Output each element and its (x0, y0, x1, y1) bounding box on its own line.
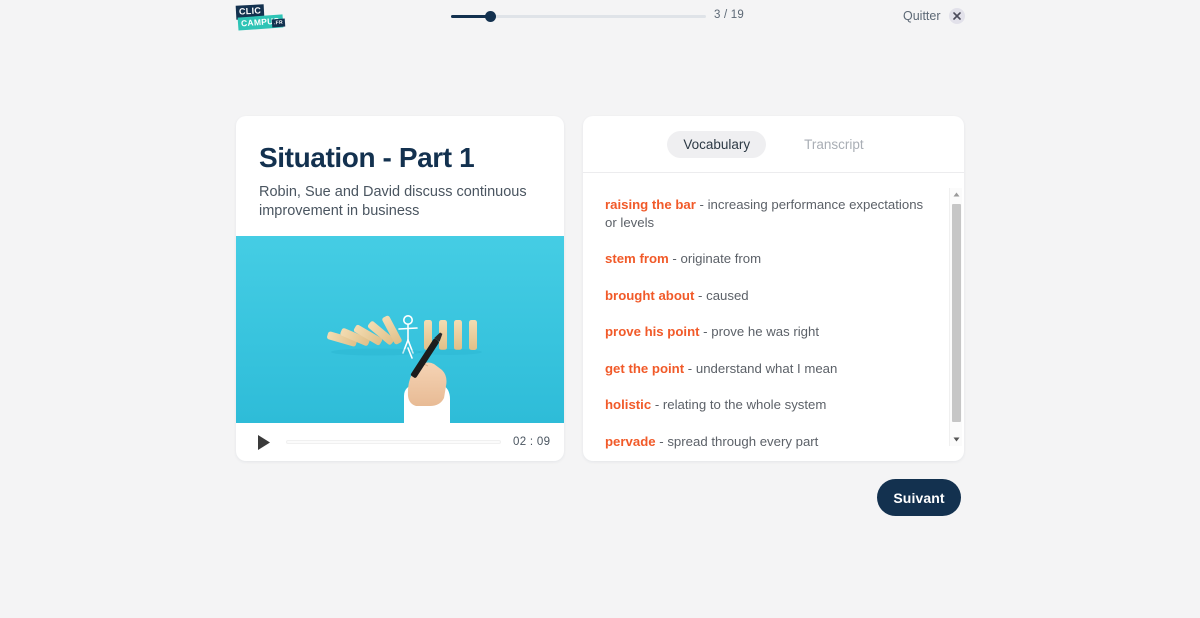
logo-text-domain: .FR (271, 18, 286, 27)
scrollbar-thumb[interactable] (952, 204, 961, 422)
vocabulary-list[interactable]: raising the bar - increasing performance… (583, 174, 964, 461)
list-item: raising the bar - increasing performance… (605, 196, 938, 231)
list-item: get the point - understand what I mean (605, 360, 938, 378)
vocab-definition: spread through every part (667, 433, 819, 449)
vocab-definition: prove he was right (711, 324, 820, 340)
vocab-definition: caused (706, 287, 749, 303)
next-button[interactable]: Suivant (877, 479, 961, 516)
lesson-card: Situation - Part 1 Robin, Sue and David … (236, 116, 564, 461)
vocab-term: holistic (605, 397, 652, 413)
video-progress-bar[interactable] (286, 440, 501, 444)
panel-tabs: Vocabulary Transcript (583, 116, 964, 173)
quit-group[interactable]: Quitter (903, 8, 965, 24)
list-item: prove his point - prove he was right (605, 323, 938, 341)
video-time-label: 02 : 09 (513, 436, 551, 448)
vocab-separator: - (668, 251, 681, 267)
vocab-term: raising the bar (605, 197, 696, 212)
quit-label: Quitter (903, 9, 941, 23)
vocab-term: pervade (605, 433, 656, 449)
list-item: pervade - spread through every part (605, 433, 938, 451)
video-thumbnail (236, 236, 564, 423)
vocabulary-scrollbar[interactable] (949, 188, 962, 446)
vocab-term: stem from (605, 251, 669, 267)
top-bar: CLIC CAMPUS .FR 3 / 19 Quitter (0, 0, 1200, 32)
vocab-separator: - (651, 397, 663, 413)
vocab-separator: - (655, 433, 668, 449)
vocab-separator: - (699, 324, 712, 340)
course-progress-slider[interactable] (451, 9, 706, 23)
vocab-term: brought about (605, 287, 695, 303)
page-title: Situation - Part 1 (259, 142, 475, 173)
content-panel: Vocabulary Transcript raising the bar - … (583, 116, 964, 461)
vocab-separator: - (684, 360, 696, 376)
video-controls: 02 : 09 (236, 423, 564, 461)
vocab-separator: - (695, 197, 708, 212)
close-icon[interactable] (948, 8, 965, 24)
progress-thumb[interactable] (485, 10, 496, 22)
video-player[interactable] (236, 236, 564, 423)
scroll-up-icon[interactable] (950, 188, 963, 201)
play-icon[interactable] (257, 433, 273, 451)
vocab-definition: understand what I mean (695, 360, 838, 376)
tab-transcript[interactable]: Transcript (788, 131, 880, 158)
progress-counter: 3 / 19 (714, 9, 744, 21)
vocab-term: get the point (605, 360, 685, 376)
list-item: brought about - caused (605, 287, 938, 305)
vocab-separator: - (694, 287, 707, 303)
next-button-label: Suivant (893, 489, 945, 506)
list-item: holistic - relating to the whole system (605, 396, 938, 414)
lesson-subtitle: Robin, Sue and David discuss continuous … (259, 184, 527, 220)
list-item: stem from - originate from (605, 250, 938, 268)
brand-logo[interactable]: CLIC CAMPUS .FR (235, 4, 286, 31)
vocab-definition: originate from (680, 251, 762, 267)
scroll-down-icon[interactable] (950, 433, 963, 446)
vocab-definition: relating to the whole system (662, 397, 827, 413)
vocab-term: prove his point (605, 324, 700, 340)
tab-vocabulary[interactable]: Vocabulary (667, 130, 767, 158)
